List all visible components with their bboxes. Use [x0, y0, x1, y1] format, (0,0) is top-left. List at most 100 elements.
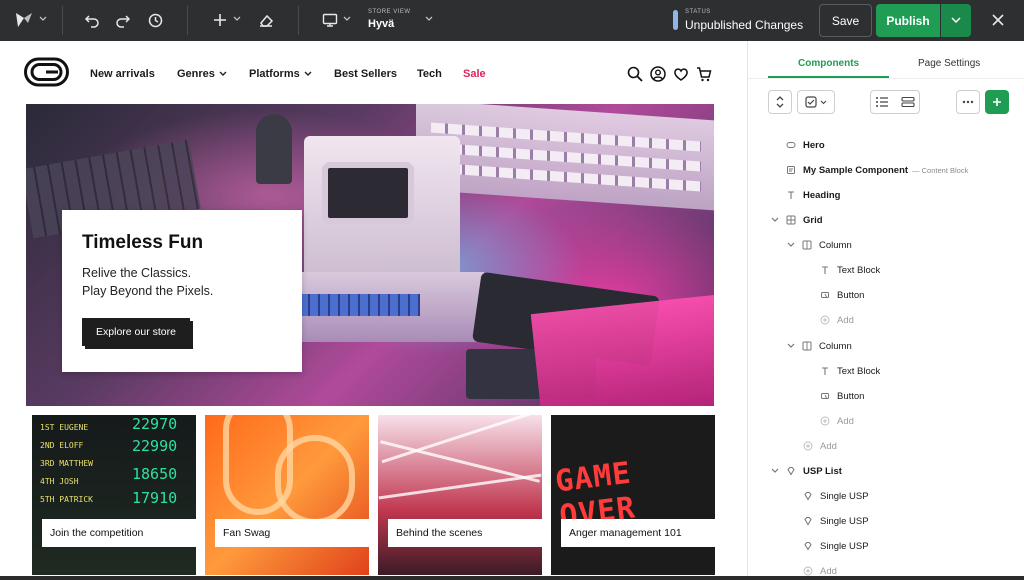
- chevron-down-icon: [304, 71, 312, 76]
- explore-store-button[interactable]: Explore our store: [82, 318, 190, 346]
- add-circle-icon: [803, 441, 813, 451]
- close-icon[interactable]: [988, 10, 1008, 30]
- hero-image-joystick: [256, 114, 292, 184]
- column-icon: [802, 240, 812, 250]
- tree-add-button[interactable]: Add: [820, 412, 854, 430]
- text-icon: [820, 366, 830, 376]
- hero-image-screen: [322, 162, 414, 224]
- tree-item-label: Add: [837, 314, 854, 326]
- tree-item-label: Column: [819, 239, 852, 251]
- tab-components[interactable]: Components: [798, 58, 859, 69]
- tree-item-label: Heading: [803, 189, 841, 201]
- chevron-down-icon[interactable]: [232, 14, 242, 24]
- page-preview[interactable]: New arrivals Genres Platforms Best Selle…: [0, 41, 747, 576]
- tree-add-button[interactable]: Add: [803, 437, 837, 455]
- tree-item-single-usp[interactable]: Single USP: [803, 487, 869, 505]
- redo-icon[interactable]: [113, 10, 133, 30]
- tree-item-button[interactable]: Button: [820, 286, 864, 304]
- chevron-down-icon[interactable]: [424, 14, 434, 24]
- desktop-icon[interactable]: [320, 10, 340, 30]
- publish-button[interactable]: Publish: [876, 4, 940, 37]
- tree-item-type: — Content Block: [912, 165, 969, 175]
- button-component-icon: [820, 290, 830, 300]
- button-component-icon: [820, 391, 830, 401]
- components-panel: Components Page Settings Hero My Sample …: [747, 41, 1024, 577]
- chevron-down-icon[interactable]: [38, 14, 48, 24]
- store-logo[interactable]: [24, 57, 70, 87]
- chevron-down-icon[interactable]: [770, 466, 780, 476]
- nav-sale[interactable]: Sale: [463, 68, 486, 80]
- store-header: New arrivals Genres Platforms Best Selle…: [0, 41, 747, 103]
- rows-icon: [901, 96, 915, 108]
- tree-item-column[interactable]: Column: [786, 337, 852, 355]
- tree-item-label: Add: [837, 415, 854, 427]
- active-tab-indicator: [768, 76, 889, 78]
- promo-tile-competition[interactable]: 1ST EUGENE 2ND ELOFF 3RD MATTHEW 4TH JOS…: [32, 415, 196, 575]
- tree-item-label: Hero: [803, 139, 825, 151]
- top-toolbar: STORE VIEW Hyvä STATUS Unpublished Chang…: [0, 0, 1024, 41]
- tree-item-single-usp[interactable]: Single USP: [803, 537, 869, 555]
- publish-options-button[interactable]: [941, 4, 971, 37]
- tree-item-usp-list[interactable]: USP List: [770, 462, 842, 480]
- score-name: 3RD MATTHEW: [40, 459, 93, 468]
- undo-icon[interactable]: [82, 10, 102, 30]
- nav-genres[interactable]: Genres: [177, 68, 227, 80]
- score-name: 1ST EUGENE: [40, 423, 89, 432]
- tree-item-text-block[interactable]: Text Block: [820, 362, 880, 380]
- chevron-down-icon: [820, 100, 827, 104]
- hero-title: Timeless Fun: [82, 232, 204, 253]
- tree-item-heading[interactable]: Heading: [786, 186, 840, 204]
- hero-component-icon: [786, 140, 796, 150]
- add-component-button[interactable]: [985, 90, 1009, 114]
- hero-banner[interactable]: Timeless Fun Relive the Classics. Play B…: [26, 104, 714, 406]
- tree-item-column[interactable]: Column: [786, 236, 852, 254]
- tree-item-single-usp[interactable]: Single USP: [803, 512, 869, 530]
- tree-add-button[interactable]: Add: [803, 562, 837, 580]
- tree-item-label: Single USP: [820, 515, 869, 527]
- eraser-icon[interactable]: [256, 10, 276, 30]
- tab-page-settings[interactable]: Page Settings: [918, 58, 980, 69]
- panel-tabs: Components Page Settings: [748, 41, 1024, 79]
- cart-icon[interactable]: [696, 66, 712, 82]
- status-label: STATUS: [685, 9, 711, 15]
- sort-button[interactable]: [768, 90, 792, 114]
- tree-item-text-block[interactable]: Text Block: [820, 261, 880, 279]
- tree-item-button[interactable]: Button: [820, 387, 864, 405]
- tree-item-label: Single USP: [820, 540, 869, 552]
- nav-new-arrivals[interactable]: New arrivals: [90, 68, 155, 80]
- more-options-button[interactable]: [956, 90, 980, 114]
- tree-item-hero[interactable]: Hero: [786, 136, 825, 154]
- grid-icon: [786, 215, 796, 225]
- promo-tile-behind-scenes[interactable]: Behind the scenes: [378, 415, 542, 575]
- promo-tile-fan-swag[interactable]: Fan Swag: [205, 415, 369, 575]
- save-button[interactable]: Save: [819, 4, 872, 37]
- tree-item-label: Add: [820, 565, 837, 577]
- history-icon[interactable]: [145, 10, 165, 30]
- tile-caption: Behind the scenes: [388, 519, 542, 547]
- chevron-down-icon[interactable]: [786, 341, 796, 351]
- neon-tube: [275, 435, 355, 525]
- tree-item-grid[interactable]: Grid: [770, 211, 823, 229]
- add-icon[interactable]: [210, 10, 230, 30]
- chevron-down-icon[interactable]: [342, 14, 352, 24]
- app-logo-icon[interactable]: [12, 10, 36, 30]
- tile-caption: Join the competition: [42, 519, 196, 547]
- wishlist-heart-icon[interactable]: [673, 66, 689, 82]
- chevron-down-icon[interactable]: [786, 240, 796, 250]
- tile-caption: Fan Swag: [215, 519, 369, 547]
- score-name: 4TH JOSH: [40, 477, 79, 486]
- nav-platforms[interactable]: Platforms: [249, 68, 312, 80]
- store-view-value[interactable]: Hyvä: [368, 18, 394, 30]
- layout-toggle[interactable]: [870, 90, 920, 114]
- select-mode-button[interactable]: [797, 90, 835, 114]
- nav-tech[interactable]: Tech: [417, 68, 442, 80]
- diamond-icon: [803, 491, 813, 501]
- checkbox-icon: [805, 96, 817, 108]
- promo-tile-anger-management[interactable]: GAME OVER Anger management 101: [551, 415, 715, 575]
- tree-item-sample-component[interactable]: My Sample Component — Content Block: [786, 161, 968, 179]
- account-icon[interactable]: [650, 66, 666, 82]
- chevron-down-icon[interactable]: [770, 215, 780, 225]
- search-icon[interactable]: [627, 66, 643, 82]
- tree-add-button[interactable]: Add: [820, 311, 854, 329]
- nav-best-sellers[interactable]: Best Sellers: [334, 68, 397, 80]
